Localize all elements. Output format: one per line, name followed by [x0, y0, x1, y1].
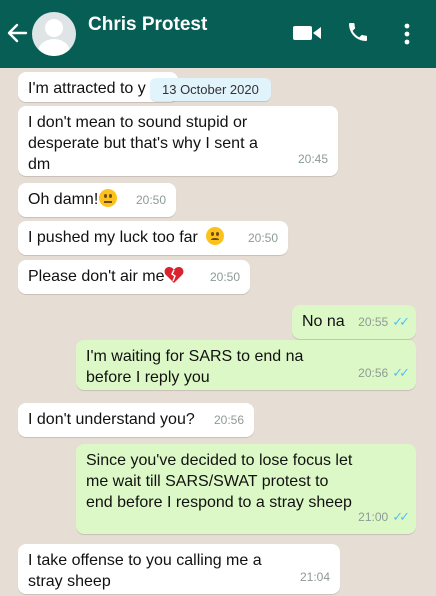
message-bubble-incoming[interactable]: Please don't air me 20:50	[18, 260, 250, 294]
message-text: Please don't air me	[28, 268, 165, 285]
eye-roll-emoji	[99, 189, 118, 207]
message-bubble-outgoing[interactable]: No na 20:55 ✓✓	[292, 305, 416, 339]
message-bubble-incoming[interactable]: I don't understand you? 20:56	[18, 403, 254, 437]
message-time: 20:55	[358, 315, 389, 329]
message-text: No na	[302, 313, 345, 330]
sad-face-emoji	[206, 227, 225, 245]
message-bubble-outgoing[interactable]: Since you've decided to lose focus let m…	[76, 444, 416, 534]
message-bubble-incoming[interactable]: Oh damn! 20:50	[18, 183, 176, 217]
read-receipt-icon: ✓✓	[392, 509, 410, 524]
message-bubble-incoming[interactable]: I take offense to you calling me a stray…	[18, 544, 340, 594]
message-time: 20:50	[135, 193, 166, 207]
message-text: Since you've decided to lose focus let m…	[86, 452, 353, 511]
message-text: I don't understand you?	[28, 411, 195, 428]
message-time: 21:04	[299, 570, 330, 584]
message-time: 20:56	[358, 366, 389, 380]
message-bubble-outgoing[interactable]: I'm waiting for SARS to end na before I …	[76, 340, 416, 390]
message-time: 20:45	[297, 152, 328, 166]
message-bubble-incoming[interactable]: I don't mean to sound stupid or desperat…	[18, 106, 338, 176]
more-vert-icon[interactable]	[400, 22, 414, 46]
message-text: I don't mean to sound stupid or desperat…	[28, 114, 258, 173]
contact-name[interactable]: Chris Protest	[88, 14, 207, 36]
message-time: 21:00	[358, 510, 389, 524]
message-meta: 21:00 ✓✓	[358, 506, 410, 528]
message-text: I take offense to you calling me a stray…	[28, 552, 262, 590]
message-bubble-incoming[interactable]: I pushed my luck too far 20:50	[18, 221, 288, 255]
message-text: Oh damn!	[28, 191, 99, 208]
message-time: 20:56	[213, 413, 244, 427]
message-meta: 20:55 ✓✓	[358, 311, 410, 333]
read-receipt-icon: ✓✓	[392, 365, 410, 380]
message-text: I'm waiting for SARS to end na before I …	[86, 348, 304, 386]
message-meta: 20:56 ✓✓	[358, 362, 410, 384]
video-call-icon[interactable]	[292, 24, 322, 42]
message-time: 20:50	[209, 270, 240, 284]
read-receipt-icon: ✓✓	[392, 314, 410, 329]
arrow-left-icon[interactable]	[6, 20, 28, 46]
chat-header: Chris Protest	[0, 0, 436, 68]
phone-icon[interactable]	[346, 20, 370, 44]
chat-area[interactable]: I'm attracted to y 13 October 2020 I don…	[0, 68, 436, 596]
avatar[interactable]	[32, 12, 76, 56]
message-text: I pushed my luck too far	[28, 229, 198, 246]
date-chip: 13 October 2020	[150, 78, 271, 101]
message-text: I'm attracted to y	[28, 80, 146, 97]
message-time: 20:50	[247, 231, 278, 245]
broken-heart-emoji	[164, 266, 184, 284]
